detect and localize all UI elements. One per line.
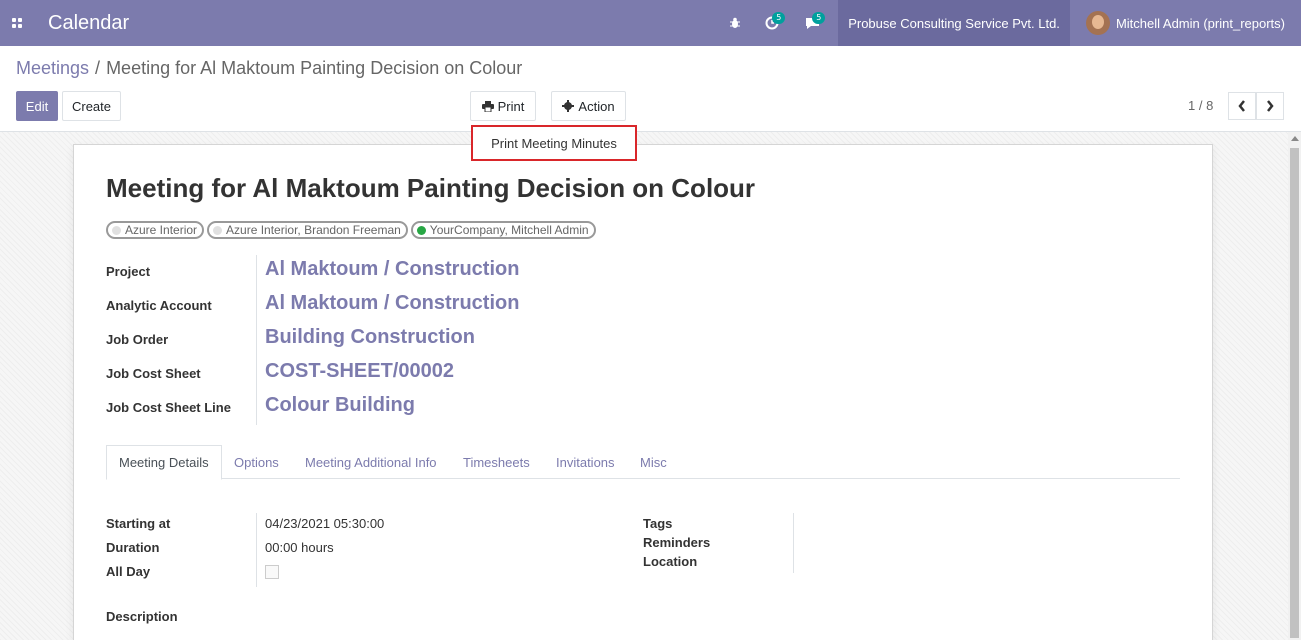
avatar bbox=[1085, 11, 1110, 35]
description-label: Description bbox=[106, 609, 178, 624]
tab-timesheets[interactable]: Timesheets bbox=[463, 445, 530, 479]
tab-options[interactable]: Options bbox=[234, 445, 279, 479]
status-dot-icon bbox=[416, 225, 426, 235]
breadcrumb-current: Meeting for Al Maktoum Painting Decision… bbox=[106, 58, 523, 78]
starting-at-label: Starting at bbox=[106, 516, 171, 531]
details-separator bbox=[256, 513, 257, 587]
tab-invitations[interactable]: Invitations bbox=[556, 445, 615, 479]
field-separator bbox=[256, 255, 257, 425]
print-label: Print bbox=[497, 98, 525, 114]
action-button[interactable]: Action bbox=[551, 91, 626, 121]
job-cost-sheet-line-link[interactable]: Colour Building bbox=[265, 394, 415, 417]
reminders-label: Reminders bbox=[643, 535, 711, 550]
tab-misc[interactable]: Misc bbox=[640, 445, 667, 479]
user-name: Mitchell Admin (print_reports) bbox=[1115, 15, 1285, 31]
vertical-scrollbar[interactable] bbox=[1288, 132, 1301, 640]
print-dropdown-menu: Print Meeting Minutes bbox=[471, 125, 637, 161]
tags-label: Tags bbox=[643, 516, 673, 531]
attendee-name: Azure Interior bbox=[125, 223, 198, 237]
scroll-up-arrow-icon[interactable] bbox=[1291, 136, 1299, 141]
attendee-name: Azure Interior, Brandon Freeman bbox=[226, 223, 401, 237]
job-order-label: Job Order bbox=[106, 332, 169, 347]
top-navbar: Calendar 5 5 Probuse Consulting Service … bbox=[0, 0, 1301, 46]
navbar-systray: 5 5 Probuse Consulting Service Pvt. Ltd.… bbox=[718, 0, 1301, 46]
scrollbar-thumb[interactable] bbox=[1290, 148, 1299, 638]
attendee-tag[interactable]: Azure Interior bbox=[106, 221, 205, 239]
location-label: Location bbox=[643, 554, 698, 569]
app-title[interactable]: Calendar bbox=[48, 12, 129, 35]
activity-count-badge: 5 bbox=[772, 12, 786, 24]
breadcrumb-separator: / bbox=[95, 58, 101, 78]
notebook-tabs: Meeting Details Options Meeting Addition… bbox=[106, 445, 1180, 480]
analytic-account-link[interactable]: Al Maktoum / Construction bbox=[265, 292, 519, 315]
apps-menu-icon[interactable] bbox=[0, 0, 34, 46]
pager-next-button[interactable] bbox=[1256, 92, 1284, 120]
status-dot-icon bbox=[213, 225, 223, 235]
attendee-name: YourCompany, Mitchell Admin bbox=[429, 223, 589, 237]
tab-meeting-additional-info[interactable]: Meeting Additional Info bbox=[305, 445, 437, 479]
company-switcher[interactable]: Probuse Consulting Service Pvt. Ltd. bbox=[838, 0, 1070, 46]
job-cost-sheet-link[interactable]: COST-SHEET/00002 bbox=[265, 360, 454, 383]
starting-at-value[interactable]: 04/23/2021 05:30:00 bbox=[265, 516, 384, 531]
attendee-tag[interactable]: Azure Interior, Brandon Freeman bbox=[207, 221, 408, 239]
activity-clock-icon[interactable]: 5 bbox=[752, 0, 792, 46]
messages-count-badge: 5 bbox=[812, 12, 826, 24]
job-cost-sheet-line-label: Job Cost Sheet Line bbox=[106, 400, 231, 415]
tab-meeting-details[interactable]: Meeting Details bbox=[106, 445, 222, 480]
edit-button[interactable]: Edit bbox=[16, 91, 58, 121]
print-button[interactable]: Print bbox=[470, 91, 536, 121]
pager-value: 1 / 8 bbox=[1188, 98, 1214, 113]
breadcrumb: Meetings / Meeting for Al Maktoum Painti… bbox=[16, 58, 522, 79]
job-order-link[interactable]: Building Construction bbox=[265, 326, 475, 349]
duration-value[interactable]: 00:00 hours bbox=[265, 540, 334, 555]
right-group-separator bbox=[793, 513, 794, 573]
user-menu[interactable]: Mitchell Admin (print_reports) bbox=[1070, 0, 1301, 46]
breadcrumb-meetings-link[interactable]: Meetings bbox=[16, 58, 89, 79]
project-link[interactable]: Al Maktoum / Construction bbox=[265, 258, 519, 281]
pager-previous-button[interactable] bbox=[1228, 92, 1256, 120]
status-dot-icon bbox=[112, 225, 121, 235]
duration-label: Duration bbox=[106, 540, 160, 555]
action-label: Action bbox=[578, 98, 615, 114]
all-day-checkbox[interactable] bbox=[265, 565, 279, 579]
chevron-right-icon bbox=[1267, 100, 1274, 112]
chevron-left-icon bbox=[1238, 100, 1245, 112]
all-day-label: All Day bbox=[106, 564, 151, 579]
create-button[interactable]: Create bbox=[62, 91, 121, 121]
record-title: Meeting for Al Maktoum Painting Decision… bbox=[106, 173, 756, 203]
print-icon bbox=[481, 100, 494, 112]
analytic-account-label: Analytic Account bbox=[106, 298, 212, 313]
messages-chat-icon[interactable]: 5 bbox=[792, 0, 832, 46]
job-cost-sheet-label: Job Cost Sheet bbox=[106, 366, 201, 381]
attendee-tag[interactable]: YourCompany, Mitchell Admin bbox=[410, 221, 596, 239]
debug-bug-icon[interactable] bbox=[718, 0, 752, 46]
print-meeting-minutes-item[interactable]: Print Meeting Minutes bbox=[491, 136, 617, 151]
attendee-tags: Azure Interior Azure Interior, Brandon F… bbox=[106, 221, 596, 239]
project-label: Project bbox=[106, 264, 151, 279]
form-sheet: Meeting for Al Maktoum Painting Decision… bbox=[73, 144, 1213, 640]
gear-icon bbox=[562, 100, 575, 112]
